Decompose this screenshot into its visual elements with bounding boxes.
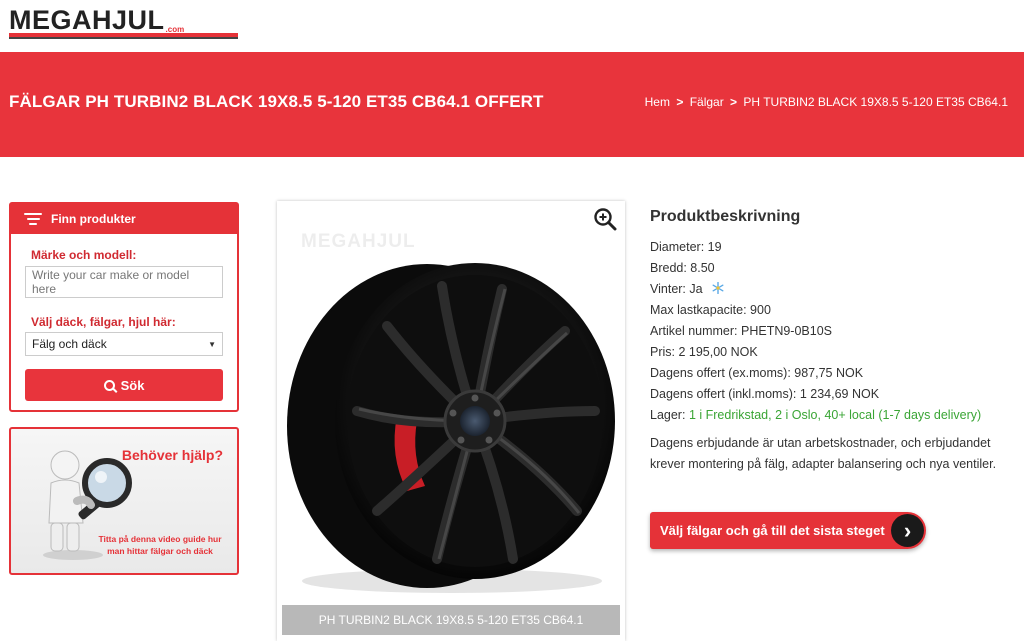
search-button-label: Sök [120, 377, 145, 393]
offer-note: Dagens erbjudande är utan arbetskostnade… [650, 436, 997, 471]
snowflake-icon [712, 282, 724, 294]
breadcrumb-separator: > [676, 95, 684, 109]
breadcrumb-current: PH TURBIN2 BLACK 19X8.5 5-120 ET35 CB64.… [743, 95, 1008, 109]
type-select[interactable]: Fälg och däck ▼ [25, 332, 223, 356]
wheel-image[interactable] [277, 241, 625, 601]
choose-rims-button[interactable]: Välj fälgar och gå till det sista steget… [650, 512, 926, 549]
make-label: Märke och modell: [31, 248, 137, 262]
spec-offer-ex: Dagens offert (ex.moms): 987,75 NOK [650, 366, 864, 380]
spec-width: Bredd: 8.50 [650, 261, 715, 275]
finder-header: Finn produkter [11, 204, 237, 234]
spec-winter: Vinter: Ja [650, 281, 1010, 302]
help-box[interactable]: Behöver hjälp? Titta på denna video guid… [9, 427, 239, 575]
site-logo[interactable]: MEGAHJUL.com [9, 5, 238, 39]
breadcrumb-falgar[interactable]: Fälgar [690, 95, 724, 109]
stock-local: 40+ local (1-7 days delivery) [824, 408, 982, 422]
stock-separator: , [768, 408, 772, 422]
breadcrumb-home[interactable]: Hem [645, 95, 670, 109]
description-title: Produktbeskrivning [650, 208, 801, 225]
stock-label: Lager: [650, 408, 686, 422]
stock-fredrikstad: 1 i Fredrikstad [688, 408, 769, 422]
type-label: Välj däck, fälgar, hjul här: [31, 315, 176, 329]
spec-stock: Lager: 1 i Fredrikstad, 2 i Oslo, 40+ lo… [650, 407, 1010, 428]
chevron-right-icon: › [891, 514, 924, 547]
site-header: MEGAHJUL.com [0, 0, 1024, 52]
spec-offer-inkl: Dagens offert (inkl.moms): 1 234,69 NOK [650, 387, 880, 401]
search-button[interactable]: Sök [25, 369, 223, 401]
finder-title: Finn produkter [51, 212, 136, 226]
menu-icon [23, 213, 43, 225]
make-model-input[interactable]: Write your car make or model here [25, 266, 223, 298]
page-banner: FÄLGAR PH TURBIN2 BLACK 19X8.5 5-120 ET3… [0, 52, 1024, 157]
product-finder: Finn produkter Märke och modell: Write y… [9, 202, 239, 412]
choose-rims-label: Välj fälgar och gå till det sista steget [660, 523, 885, 538]
spec-max-load: Max lastkapacite: 900 [650, 303, 771, 317]
product-description: Produktbeskrivning Diameter: 19 Bredd: 8… [650, 208, 1010, 475]
zoom-in-icon[interactable] [593, 207, 617, 231]
help-subtitle: Titta på denna video guide hur man hitta… [98, 534, 222, 556]
spec-price: Pris: 2 195,00 NOK [650, 345, 758, 359]
chevron-down-icon: ▼ [208, 339, 216, 349]
search-icon [103, 379, 115, 391]
spec-winter-text: Vinter: Ja [650, 282, 703, 296]
breadcrumb: Hem > Fälgar > PH TURBIN2 BLACK 19X8.5 5… [645, 95, 1008, 109]
spec-diameter: Diameter: 19 [650, 240, 722, 254]
breadcrumb-separator: > [730, 95, 738, 109]
spec-article: Artikel nummer: PHETN9-0B10S [650, 324, 833, 338]
logo-underline-dark [9, 37, 238, 39]
product-image-card: MEGAHJUL PH TURBIN2 BLACK 19X8.5 5-120 E… [277, 201, 625, 641]
help-title: Behöver hjälp? [121, 447, 223, 463]
stock-separator: , [817, 408, 821, 422]
logo-text: MEGAHJUL [9, 5, 165, 35]
type-select-value: Fälg och däck [32, 337, 107, 351]
page-title: FÄLGAR PH TURBIN2 BLACK 19X8.5 5-120 ET3… [9, 92, 544, 111]
stock-oslo: 2 i Oslo [775, 408, 818, 422]
product-caption: PH TURBIN2 BLACK 19X8.5 5-120 ET35 CB64.… [282, 605, 620, 635]
